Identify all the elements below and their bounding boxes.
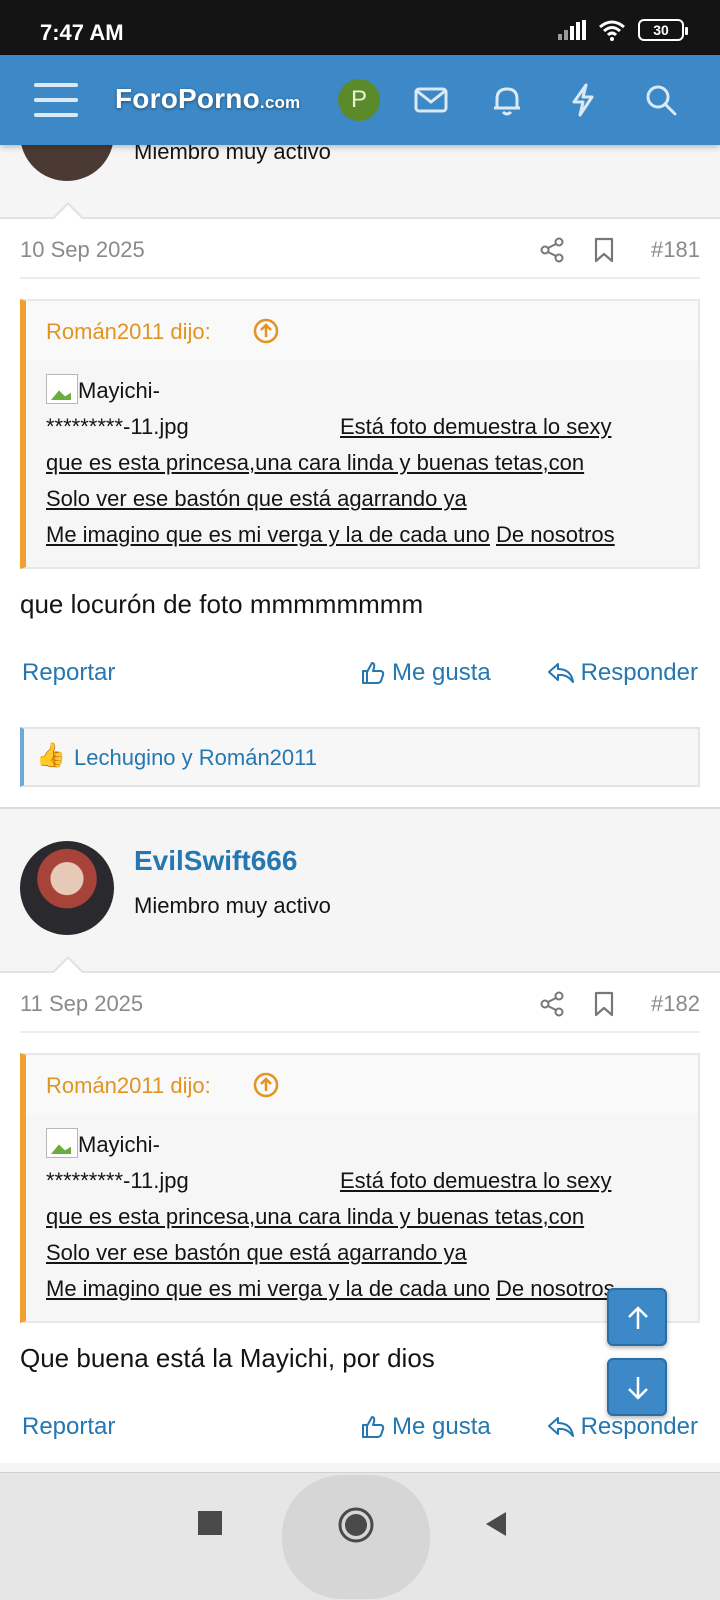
- post-notch: [52, 956, 84, 973]
- reply-icon: [547, 663, 574, 683]
- author-title: Miembro muy activo: [134, 893, 331, 918]
- quote-line-5[interactable]: De nosotros: [496, 1271, 615, 1307]
- reaction-users[interactable]: Lechugino y Román2011: [74, 745, 317, 771]
- image-alt-text: Mayichi-: [78, 378, 160, 403]
- arrow-down-icon: [628, 1377, 648, 1400]
- quote-header[interactable]: Román2011 dijo:: [26, 1055, 698, 1115]
- post-number[interactable]: #181: [651, 237, 700, 263]
- scroll-top-button[interactable]: [607, 1288, 667, 1346]
- post-meta: 10 Sep 2025 #181: [20, 219, 700, 279]
- quote-line-1[interactable]: Está foto demuestra lo sexy: [340, 1163, 611, 1199]
- quote-block: Román2011 dijo: Mayichi- *********-11.jp…: [20, 1053, 700, 1323]
- broken-image-icon: [46, 1128, 78, 1158]
- battery-icon: 30: [638, 19, 688, 41]
- system-nav-bar: [0, 1472, 720, 1600]
- quote-line-4[interactable]: Me imagino que es mi verga y la de cada …: [46, 1271, 490, 1307]
- reply-label: Responder: [580, 659, 698, 686]
- home-button[interactable]: [282, 1475, 430, 1599]
- arrow-up-icon: [628, 1306, 648, 1329]
- like-label: Me gusta: [392, 1413, 491, 1440]
- image-alt-filename: *********-11.jpg: [46, 1168, 189, 1193]
- reply-button[interactable]: Responder: [547, 1413, 698, 1441]
- mail-icon[interactable]: [412, 81, 450, 119]
- thumbs-up-emoji-icon: 👍: [36, 742, 66, 769]
- image-alt-text: Mayichi-: [78, 1132, 160, 1157]
- post-date[interactable]: 10 Sep 2025: [20, 237, 145, 263]
- like-button[interactable]: Me gusta: [360, 659, 491, 687]
- quote-line-3[interactable]: Solo ver ese bastón que está agarrando y…: [46, 1235, 467, 1271]
- scroll-bottom-button[interactable]: [607, 1358, 667, 1416]
- app-header: ForoPorno.com P: [0, 55, 720, 145]
- thumbs-up-icon: [362, 1416, 385, 1438]
- thumbs-up-icon: [362, 662, 385, 684]
- report-link[interactable]: Reportar: [22, 659, 115, 687]
- like-button[interactable]: Me gusta: [360, 1413, 491, 1441]
- quote-body: Mayichi- *********-11.jpg Está foto demu…: [26, 361, 698, 567]
- quote-line-2[interactable]: que es esta princesa,una cara linda y bu…: [46, 445, 678, 481]
- quote-line-4[interactable]: Me imagino que es mi verga y la de cada …: [46, 517, 490, 553]
- home-icon: [338, 1507, 374, 1543]
- quote-line-3[interactable]: Solo ver ese bastón que está agarrando y…: [46, 481, 467, 517]
- post-date[interactable]: 11 Sep 2025: [20, 991, 143, 1017]
- post-actions: Reportar Me gusta Responder: [20, 649, 700, 709]
- post-actions: Reportar Me gusta Responder: [20, 1403, 700, 1463]
- wifi-icon: [599, 20, 625, 41]
- arrow-up-circle-icon[interactable]: [252, 1071, 280, 1099]
- quote-line-2[interactable]: que es esta princesa,una cara linda y bu…: [46, 1199, 678, 1235]
- post-text: Que buena está la Mayichi, por dios: [20, 1343, 435, 1373]
- quote-header[interactable]: Román2011 dijo:: [26, 301, 698, 361]
- reply-icon: [547, 1417, 574, 1437]
- logo-tld-text: .com: [259, 93, 301, 112]
- status-icons: 30: [558, 19, 688, 41]
- like-label: Me gusta: [392, 659, 491, 686]
- menu-icon[interactable]: [34, 83, 78, 117]
- status-bar: 7:47 AM 30: [0, 0, 720, 55]
- quote-line-5[interactable]: De nosotros: [496, 517, 615, 553]
- back-icon[interactable]: [482, 1509, 510, 1539]
- post-notch: [52, 202, 84, 219]
- broken-image-icon: [46, 374, 78, 404]
- author-name[interactable]: EvilSwift666: [134, 845, 297, 877]
- post-author-block: Miembro muy activo: [0, 105, 720, 217]
- share-icon[interactable]: [540, 991, 564, 1017]
- logo-main-text: ForoPorno: [115, 83, 260, 114]
- quote-author[interactable]: Román2011 dijo:: [46, 1073, 211, 1099]
- post-author-block: EvilSwift666 Miembro muy activo: [0, 821, 720, 971]
- reply-label: Responder: [580, 1413, 698, 1440]
- status-time: 7:47 AM: [40, 20, 124, 45]
- bell-icon[interactable]: [488, 81, 526, 119]
- share-icon[interactable]: [540, 237, 564, 263]
- arrow-up-circle-icon[interactable]: [252, 317, 280, 345]
- thread-content: Miembro muy activo 10 Sep 2025 #181 Romá…: [0, 105, 720, 1463]
- post-number[interactable]: #182: [651, 991, 700, 1017]
- post-181: 10 Sep 2025 #181 Román2011 dijo: Mayichi…: [0, 202, 720, 843]
- stop-icon[interactable]: [198, 1511, 222, 1535]
- bookmark-icon[interactable]: [594, 991, 614, 1017]
- site-logo[interactable]: ForoPorno.com: [115, 83, 300, 115]
- quote-line-1[interactable]: Está foto demuestra lo sexy: [340, 409, 611, 445]
- quote-body: Mayichi- *********-11.jpg Está foto demu…: [26, 1115, 698, 1321]
- search-icon[interactable]: [642, 81, 680, 119]
- post-text: que locurón de foto mmmmmmmm: [20, 589, 424, 619]
- reply-button[interactable]: Responder: [547, 659, 698, 687]
- signal-icon: [558, 20, 586, 40]
- image-alt-filename: *********-11.jpg: [46, 414, 189, 439]
- report-link[interactable]: Reportar: [22, 1413, 115, 1441]
- quote-block: Román2011 dijo: Mayichi- *********-11.jp…: [20, 299, 700, 569]
- bolt-icon[interactable]: [564, 81, 602, 119]
- quote-author[interactable]: Román2011 dijo:: [46, 319, 211, 345]
- bookmark-icon[interactable]: [594, 237, 614, 263]
- reactions-bar[interactable]: 👍 Lechugino y Román2011: [20, 727, 700, 787]
- post-meta: 11 Sep 2025 #182: [20, 973, 700, 1033]
- user-avatar-button[interactable]: P: [338, 79, 380, 121]
- author-avatar[interactable]: [20, 841, 114, 935]
